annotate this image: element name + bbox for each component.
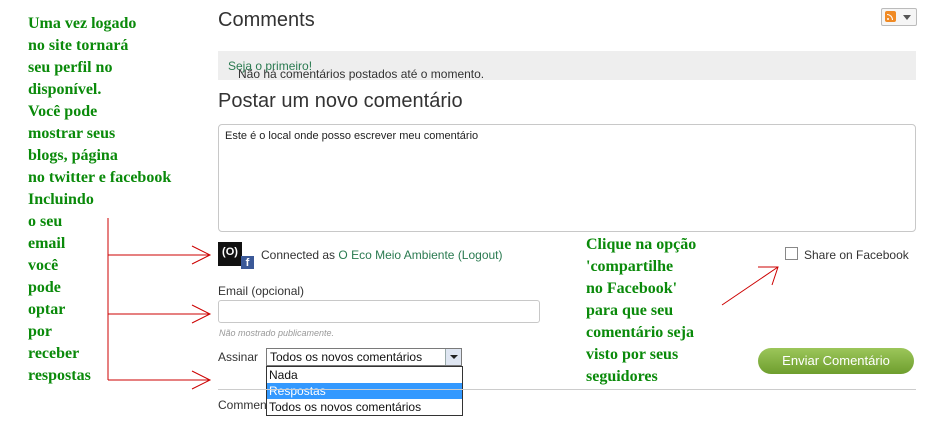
avatar: (O) (218, 242, 242, 266)
chevron-down-icon (903, 15, 911, 20)
share-label: Share on Facebook (804, 248, 909, 262)
email-field[interactable] (218, 300, 540, 323)
facebook-icon: f (241, 256, 254, 269)
connected-prefix: Connected as (261, 248, 336, 262)
comment-text: Este é o local onde posso escrever meu c… (225, 130, 479, 142)
rss-icon (885, 11, 896, 22)
subscribe-label: Assinar (218, 350, 259, 364)
comments-heading-partial: Commen (218, 398, 267, 412)
email-label: Email (opcional) (218, 284, 305, 298)
dropdown-arrow-icon[interactable] (445, 349, 461, 365)
avatar-logo: (O) (222, 246, 238, 258)
comment-textarea[interactable]: Este é o local onde posso escrever meu c… (218, 124, 916, 232)
rss-menu-button[interactable] (881, 8, 917, 26)
dropdown-option-nada[interactable]: Nada (267, 367, 462, 383)
post-comment-title: Postar um novo comentário (218, 90, 463, 112)
share-on-facebook[interactable]: Share on Facebook (785, 247, 909, 262)
email-hint: Não mostrado publicamente. (219, 328, 335, 338)
dropdown-option-respostas[interactable]: Respostas (267, 383, 462, 399)
page-title: Comments (218, 9, 315, 31)
logout-link[interactable]: (Logout) (458, 248, 503, 262)
subscribe-select[interactable]: Todos os novos comentários (266, 348, 462, 366)
divider (218, 389, 916, 390)
dropdown-option-todos[interactable]: Todos os novos comentários (267, 399, 462, 415)
no-comments-notice: Não há comentários postados até o moment… (218, 51, 916, 81)
subscribe-dropdown-list: Nada Respostas Todos os novos comentário… (266, 366, 463, 416)
share-checkbox[interactable] (785, 247, 798, 260)
submit-comment-button[interactable]: Enviar Comentário (758, 348, 914, 374)
arrow-share (721, 266, 779, 306)
subscribe-selected-value: Todos os novos comentários (270, 350, 423, 364)
notice-text: Não há comentários postados até o moment… (238, 67, 485, 81)
profile-link[interactable]: O Eco Meio Ambiente (338, 248, 454, 262)
arrowhead-share (758, 266, 779, 286)
connected-status: Connected as O Eco Meio Ambiente (Logout… (261, 248, 503, 262)
